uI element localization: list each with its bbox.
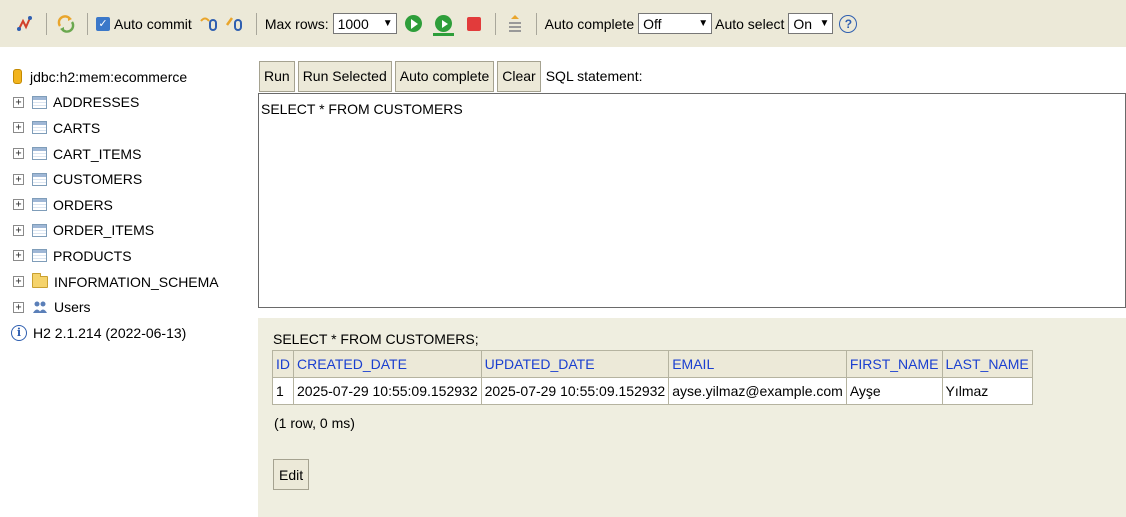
users-icon bbox=[32, 300, 48, 314]
auto-complete-select[interactable]: Off ▼ bbox=[638, 13, 713, 34]
table-icon bbox=[32, 249, 47, 263]
column-header-id[interactable]: ID bbox=[272, 350, 294, 378]
results-table: ID CREATED_DATE UPDATED_DATE EMAIL FIRST… bbox=[272, 350, 1033, 405]
result-summary: (1 row, 0 ms) bbox=[274, 415, 355, 431]
expand-icon[interactable]: + bbox=[13, 301, 24, 313]
tree-item-customers[interactable]: + CUSTOMERS bbox=[10, 166, 255, 192]
auto-complete-value: Off bbox=[643, 15, 662, 32]
cell-last-name: Yılmaz bbox=[941, 377, 1033, 405]
folder-icon bbox=[32, 272, 48, 288]
cell-created-date: 2025-07-29 10:55:09.152932 bbox=[293, 377, 482, 405]
tree-item-information-schema[interactable]: + INFORMATION_SCHEMA bbox=[10, 269, 255, 295]
toolbar: ✓ Auto commit Max rows: 1000 ▼ Auto comp… bbox=[0, 0, 1126, 47]
column-header-email[interactable]: EMAIL bbox=[668, 350, 847, 378]
chevron-down-icon: ▼ bbox=[819, 18, 830, 29]
tree-item-orders[interactable]: + ORDERS bbox=[10, 192, 255, 218]
table-name: PRODUCTS bbox=[53, 247, 132, 264]
clear-button[interactable]: Clear bbox=[497, 60, 541, 92]
rollback-icon[interactable] bbox=[224, 13, 246, 35]
tree-item-cart-items[interactable]: + CART_ITEMS bbox=[10, 141, 255, 167]
tree-item-addresses[interactable]: + ADDRESSES bbox=[10, 90, 255, 116]
chevron-down-icon: ▼ bbox=[382, 18, 393, 29]
auto-complete-label: Auto complete bbox=[544, 15, 635, 32]
expand-icon[interactable]: + bbox=[13, 250, 24, 262]
info-icon: i bbox=[11, 324, 27, 341]
table-icon bbox=[32, 121, 47, 135]
auto-select-label: Auto select bbox=[715, 15, 785, 32]
chevron-down-icon: ▼ bbox=[698, 18, 709, 29]
column-header-first-name[interactable]: FIRST_NAME bbox=[845, 350, 943, 378]
auto-select-value: On bbox=[793, 15, 813, 32]
table-name: CUSTOMERS bbox=[53, 171, 143, 188]
column-header-last-name[interactable]: LAST_NAME bbox=[941, 350, 1033, 378]
tree-item-carts[interactable]: + CARTS bbox=[10, 115, 255, 141]
tree-item-users[interactable]: + Users bbox=[10, 294, 255, 320]
toolbar-separator bbox=[535, 12, 537, 35]
query-toolbar: Run Run Selected Auto complete Clear SQL… bbox=[259, 60, 642, 92]
history-icon[interactable] bbox=[504, 13, 526, 35]
tree-item-order-items[interactable]: + ORDER_ITEMS bbox=[10, 218, 255, 244]
table-name: ORDERS bbox=[53, 196, 113, 213]
table-icon bbox=[32, 223, 47, 237]
max-rows-select[interactable]: 1000 ▼ bbox=[332, 13, 397, 34]
sql-text: SELECT * FROM CUSTOMERS bbox=[261, 101, 463, 117]
schema-name: INFORMATION_SCHEMA bbox=[54, 273, 219, 290]
table-icon bbox=[32, 95, 47, 109]
connection-node[interactable]: jdbc:h2:mem:ecommerce bbox=[10, 64, 255, 90]
run-button[interactable]: Run bbox=[259, 60, 295, 92]
expand-icon[interactable]: + bbox=[13, 148, 24, 160]
expand-icon[interactable]: + bbox=[13, 224, 24, 236]
expand-icon[interactable]: + bbox=[13, 96, 24, 108]
users-label: Users bbox=[54, 299, 91, 316]
cell-email: ayse.yilmaz@example.com bbox=[668, 377, 847, 405]
executed-query: SELECT * FROM CUSTOMERS; bbox=[273, 331, 479, 347]
toolbar-separator bbox=[255, 12, 257, 35]
cell-updated-date: 2025-07-29 10:55:09.152932 bbox=[480, 377, 670, 405]
table-icon bbox=[32, 147, 47, 161]
sql-statement-label: SQL statement: bbox=[545, 68, 643, 84]
toolbar-separator bbox=[46, 12, 47, 35]
auto-commit-label: Auto commit bbox=[114, 15, 192, 32]
version-text: H2 2.1.214 (2022-06-13) bbox=[33, 324, 187, 341]
cell-first-name: Ayşe bbox=[845, 377, 943, 405]
object-tree: jdbc:h2:mem:ecommerce + ADDRESSES + CART… bbox=[10, 64, 255, 346]
table-icon bbox=[32, 198, 47, 212]
table-name: CARTS bbox=[53, 119, 101, 136]
expand-icon[interactable]: + bbox=[13, 199, 24, 211]
refresh-icon[interactable] bbox=[55, 13, 77, 35]
database-icon bbox=[13, 69, 22, 85]
auto-select-select[interactable]: On ▼ bbox=[788, 13, 834, 34]
expand-icon[interactable]: + bbox=[13, 173, 24, 185]
help-icon[interactable]: ? bbox=[839, 14, 858, 33]
auto-complete-button[interactable]: Auto complete bbox=[394, 60, 495, 92]
expand-icon[interactable]: + bbox=[13, 122, 24, 134]
run-selected-button[interactable]: Run Selected bbox=[297, 60, 392, 92]
toolbar-separator bbox=[494, 12, 496, 35]
max-rows-label: Max rows: bbox=[264, 15, 329, 32]
max-rows-value: 1000 bbox=[337, 15, 369, 32]
edit-button[interactable]: Edit bbox=[273, 459, 310, 490]
table-name: CART_ITEMS bbox=[53, 145, 142, 162]
cell-id: 1 bbox=[272, 377, 294, 405]
run-icon[interactable] bbox=[403, 13, 425, 35]
column-header-updated-date[interactable]: UPDATED_DATE bbox=[480, 350, 670, 378]
sql-editor[interactable]: SELECT * FROM CUSTOMERS bbox=[258, 93, 1126, 308]
stop-icon[interactable] bbox=[463, 13, 485, 35]
toolbar-separator bbox=[87, 12, 88, 35]
connection-url: jdbc:h2:mem:ecommerce bbox=[30, 68, 188, 85]
tree-item-products[interactable]: + PRODUCTS bbox=[10, 243, 255, 269]
run-batch-icon[interactable] bbox=[433, 13, 455, 36]
table-name: ADDRESSES bbox=[53, 94, 140, 111]
table-row: 1 2025-07-29 10:55:09.152932 2025-07-29 … bbox=[272, 377, 1033, 405]
table-name: ORDER_ITEMS bbox=[53, 222, 155, 239]
table-icon bbox=[32, 172, 47, 186]
auto-commit-checkbox[interactable]: ✓ bbox=[96, 16, 110, 31]
version-info: i H2 2.1.214 (2022-06-13) bbox=[10, 320, 255, 346]
table-header-row: ID CREATED_DATE UPDATED_DATE EMAIL FIRST… bbox=[272, 350, 1033, 378]
expand-icon[interactable]: + bbox=[13, 276, 24, 288]
results-panel: SELECT * FROM CUSTOMERS; ID CREATED_DATE… bbox=[258, 318, 1126, 517]
commit-icon[interactable] bbox=[198, 13, 220, 35]
disconnect-icon[interactable] bbox=[14, 13, 36, 35]
column-header-created-date[interactable]: CREATED_DATE bbox=[293, 350, 482, 378]
